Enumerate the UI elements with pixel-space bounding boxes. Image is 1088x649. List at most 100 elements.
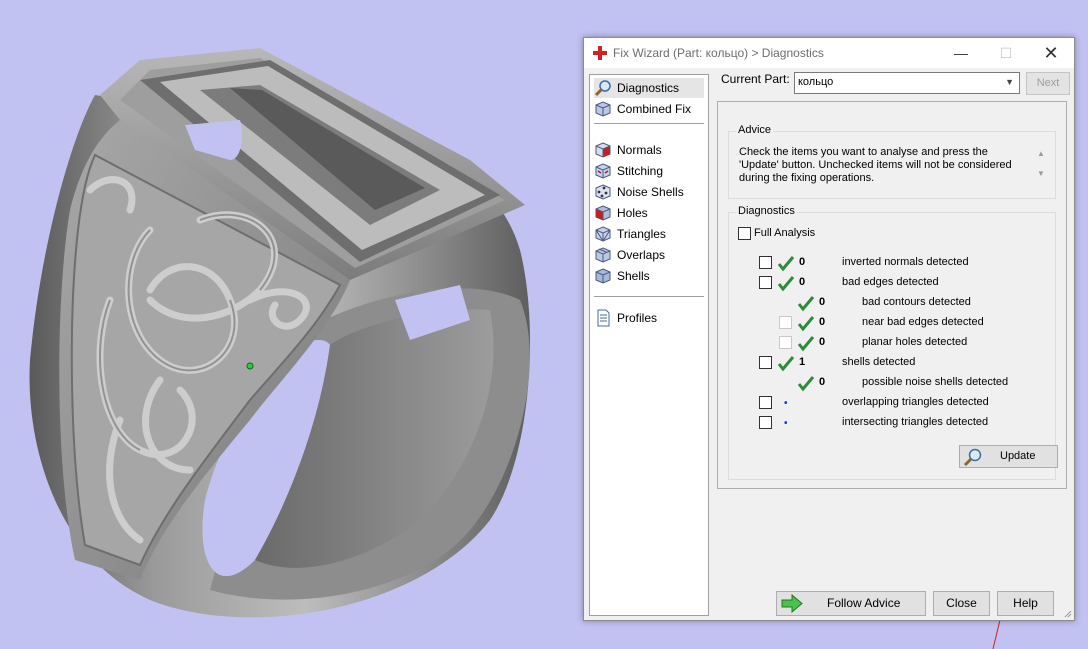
diagnostics-title: Diagnostics [736,205,797,217]
nav-divider [594,296,704,297]
row-count: 0 [819,336,826,348]
row-label: possible noise shells detected [862,376,1009,388]
row-checkbox[interactable] [759,396,772,409]
red-cube-icon [595,142,611,158]
nav-item-triangles[interactable]: Triangles [594,224,704,244]
stitch-cube-icon [595,163,611,179]
checkmark-icon [777,256,795,272]
row-label: bad edges detected [842,276,939,288]
row-checkbox[interactable] [759,416,772,429]
row-label: shells detected [842,356,916,368]
nav-item-noise-shells[interactable]: Noise Shells [594,182,704,202]
follow-advice-button[interactable]: Follow Advice [776,591,926,616]
row-count: 0 [799,276,806,288]
checkmark-icon [777,276,795,292]
close-button[interactable]: Close [933,591,990,616]
nav-item-holes[interactable]: Holes [594,203,704,223]
pending-indicator: • [784,398,788,409]
diag-row: 0 near bad edges detected [729,313,1049,333]
nav-label-profiles: Profiles [617,311,658,325]
nav-label-combined-fix: Combined Fix [617,102,692,116]
nav-label-noise-shells: Noise Shells [617,185,684,199]
diag-row: 0 possible noise shells detected [729,373,1049,393]
nav-item-normals[interactable]: Normals [594,140,704,160]
checkmark-icon [797,296,815,312]
diag-row: 0 inverted normals detected [729,253,1049,273]
nav-label-normals: Normals [617,143,662,157]
magnifier-icon [594,80,611,97]
hole-cube-icon [595,205,611,221]
nav-label-stitching: Stitching [617,164,664,178]
diag-row: • intersecting triangles detected [729,413,1049,433]
row-checkbox[interactable] [759,276,772,289]
nav-label-diagnostics: Diagnostics [617,81,680,95]
nav-label-overlaps: Overlaps [617,248,666,262]
current-part-value: кольцо [798,76,834,88]
diag-row: 0 planar holes detected [729,333,1049,353]
row-count: 0 [819,296,826,308]
shell-cube-icon [595,268,611,284]
help-button[interactable]: Help [997,591,1054,616]
row-checkbox[interactable] [779,316,792,329]
dotted-cube-icon [595,184,611,200]
checkmark-icon [797,316,815,332]
nav-item-profiles[interactable]: Profiles [594,308,704,328]
checkmark-icon [797,336,815,352]
overlap-cube-icon [595,247,611,263]
nav-item-diagnostics[interactable]: Diagnostics [594,78,704,98]
red-cross-icon [593,46,607,60]
row-label: bad contours detected [862,296,971,308]
wizard-nav: Diagnostics Combined Fix Normals Stitchi… [589,74,709,616]
cube-icon [595,101,611,117]
window-title: Fix Wizard (Part: кольцо) > Diagnostics [613,46,824,60]
row-label: planar holes detected [862,336,968,348]
follow-advice-label: Follow Advice [827,596,901,610]
minimize-button[interactable]: — [939,38,983,68]
scroll-down-icon[interactable]: ▼ [1035,164,1047,184]
fix-wizard-dialog: Fix Wizard (Part: кольцо) > Diagnostics … [583,37,1075,621]
update-label: Update [1000,450,1036,462]
advice-scrollbar[interactable]: ▲ ▼ [1035,144,1047,184]
magnifier-icon [963,448,982,467]
full-analysis-checkbox[interactable] [738,227,751,240]
next-button[interactable]: Next [1026,72,1070,95]
row-checkbox[interactable] [759,356,772,369]
resize-grip-icon[interactable] [1062,608,1072,618]
row-checkbox[interactable] [759,256,772,269]
nav-item-stitching[interactable]: Stitching [594,161,704,181]
title-bar[interactable]: Fix Wizard (Part: кольцо) > Diagnostics … [584,38,1074,68]
diag-row: 0 bad contours detected [729,293,1049,313]
nav-label-triangles: Triangles [617,227,666,241]
row-count: 1 [799,356,806,368]
nav-item-combined-fix[interactable]: Combined Fix [594,99,704,119]
advice-text: Check the items you want to analyse and … [739,146,1012,184]
scroll-up-icon[interactable]: ▲ [1035,144,1047,164]
diag-row: 0 bad edges detected [729,273,1049,293]
current-part-select[interactable]: кольцо ▼ [794,72,1020,94]
close-window-button[interactable]: ✕ [1029,38,1073,68]
diagnostics-group: Diagnostics Full Analysis 0 inverted nor… [728,205,1058,480]
row-label: inverted normals detected [842,256,969,268]
document-icon [597,309,610,327]
nav-item-shells[interactable]: Shells [594,266,704,286]
row-label: intersecting triangles detected [842,416,989,428]
current-part-label: Current Part: [721,72,790,86]
chevron-down-icon: ▼ [1005,77,1014,87]
update-button[interactable]: Update [959,445,1058,468]
nav-label-holes: Holes [617,206,648,220]
advice-title: Advice [736,124,774,136]
advice-group: Advice Check the items you want to analy… [728,124,1056,199]
diag-row: • overlapping triangles detected [729,393,1049,413]
row-checkbox[interactable] [779,336,792,349]
row-count: 0 [819,316,826,328]
checkmark-icon [797,376,815,392]
full-analysis-label: Full Analysis [754,227,816,239]
triangle-cube-icon [595,226,611,242]
row-count: 0 [819,376,826,388]
row-label: overlapping triangles detected [842,396,989,408]
nav-label-shells: Shells [617,269,650,283]
diagnostics-panel: Advice Check the items you want to analy… [717,101,1067,489]
green-arrow-icon [781,594,803,613]
maximize-button[interactable]: ☐ [984,38,1028,68]
nav-item-overlaps[interactable]: Overlaps [594,245,704,265]
